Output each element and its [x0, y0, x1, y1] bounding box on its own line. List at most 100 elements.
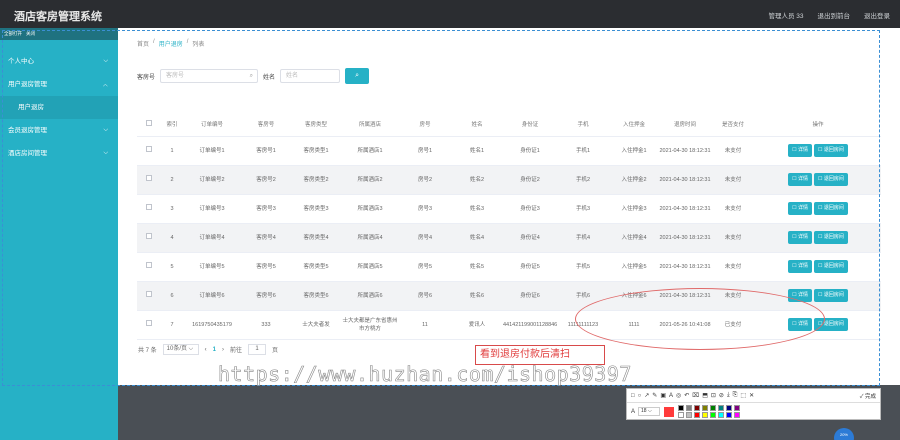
- return-room-button[interactable]: ☐ 退回房间: [814, 260, 848, 273]
- table-cell-phone: 11111111123: [557, 310, 609, 340]
- table-cell-no: 房号3: [399, 194, 451, 224]
- snip-tool-icon[interactable]: ⊘: [719, 392, 724, 399]
- back-to-front-link[interactable]: 退出到前台: [818, 10, 851, 20]
- color-swatch[interactable]: [718, 412, 725, 418]
- room-number-input[interactable]: 客房号 ⌕: [160, 69, 259, 83]
- detail-button[interactable]: ☐ 详情: [788, 260, 812, 273]
- column-header[interactable]: 客房类型: [291, 112, 341, 137]
- current-color-swatch[interactable]: [663, 405, 676, 418]
- color-swatch[interactable]: [686, 412, 693, 418]
- row-checkbox[interactable]: [137, 136, 161, 166]
- row-checkbox[interactable]: [137, 310, 161, 340]
- snip-tool-icon[interactable]: ✎: [652, 392, 657, 399]
- snip-tool-icon[interactable]: ↶: [684, 392, 689, 399]
- detail-button[interactable]: ☐ 详情: [788, 144, 812, 157]
- search-button[interactable]: ⌕: [345, 68, 370, 84]
- snip-tool-icon[interactable]: ⤓: [727, 392, 730, 399]
- row-checkbox[interactable]: [137, 281, 161, 311]
- column-header[interactable]: 身份证: [503, 112, 557, 137]
- done-button[interactable]: ✓ 完成: [860, 392, 876, 400]
- color-swatch[interactable]: [710, 405, 717, 411]
- table-cell-deposit: 入住押金2: [609, 165, 659, 195]
- row-checkbox[interactable]: [137, 223, 161, 253]
- table-cell-name: 爱讯人: [451, 310, 503, 340]
- snip-tool-icon[interactable]: ▣: [660, 392, 666, 399]
- sidebar-item-label: 用户退房: [18, 104, 44, 111]
- detail-button[interactable]: ☐ 详情: [788, 318, 812, 331]
- select-all-checkbox[interactable]: [137, 112, 161, 137]
- goto-page-input[interactable]: 1: [248, 344, 267, 355]
- logout-link[interactable]: 退出登录: [864, 10, 890, 20]
- page-size-select[interactable]: 10条/页 ⌵: [162, 344, 199, 355]
- color-swatch[interactable]: [686, 405, 693, 411]
- return-room-button[interactable]: ☐ 退回房间: [814, 202, 848, 215]
- column-header[interactable]: 手机: [557, 112, 609, 137]
- color-swatch[interactable]: [694, 412, 701, 418]
- column-header[interactable]: 退房时间: [659, 112, 711, 137]
- snip-tool-icon[interactable]: ⬒: [702, 392, 708, 399]
- color-swatch[interactable]: [734, 405, 741, 411]
- color-swatch[interactable]: [734, 412, 741, 418]
- return-room-button[interactable]: ☐ 退回房间: [814, 231, 848, 244]
- color-swatch[interactable]: [694, 405, 701, 411]
- table-cell-room: 客房号4: [241, 223, 291, 253]
- page-number-current[interactable]: 1: [213, 347, 216, 353]
- snip-tool-icon[interactable]: ⎘: [733, 392, 738, 399]
- color-swatch[interactable]: [678, 412, 685, 418]
- color-swatch[interactable]: [678, 405, 685, 411]
- return-room-button[interactable]: ☐ 退回房间: [814, 173, 848, 186]
- name-input[interactable]: 姓名: [280, 69, 341, 83]
- snip-tool-icon[interactable]: ✕: [749, 392, 754, 399]
- sidebar-item-user-checkout[interactable]: 用户退房: [0, 96, 118, 119]
- snip-tool-icon[interactable]: ↗: [644, 392, 649, 399]
- color-swatch[interactable]: [710, 412, 717, 418]
- detail-button[interactable]: ☐ 详情: [788, 173, 812, 186]
- color-swatch[interactable]: [718, 405, 725, 411]
- table-cell-phone: 手机2: [557, 165, 609, 195]
- collapse-button[interactable]: 关闭: [26, 31, 35, 37]
- column-header[interactable]: 客房号: [241, 112, 291, 137]
- breadcrumb-home[interactable]: 首页: [137, 39, 149, 48]
- column-header[interactable]: 房号: [399, 112, 451, 137]
- table-cell-name: 姓名4: [451, 223, 503, 253]
- watermark: https://www.huzhan.com/ishop39397: [218, 362, 632, 387]
- next-page-button[interactable]: ›: [222, 347, 224, 353]
- color-swatch[interactable]: [702, 412, 709, 418]
- row-checkbox[interactable]: [137, 252, 161, 282]
- color-swatch[interactable]: [702, 405, 709, 411]
- detail-button[interactable]: ☐ 详情: [788, 231, 812, 244]
- row-checkbox[interactable]: [137, 165, 161, 195]
- sidebar-item-member-checkout[interactable]: 会员退房管理 ⌵: [0, 119, 118, 142]
- detail-button[interactable]: ☐ 详情: [788, 202, 812, 215]
- breadcrumb-separator: /: [186, 39, 189, 45]
- prev-page-button[interactable]: ‹: [205, 347, 207, 353]
- column-header[interactable]: 入住押金: [609, 112, 659, 137]
- sidebar-item-profile[interactable]: 个人中心 ⌵: [0, 50, 118, 73]
- snip-tool-icon[interactable]: ⬚: [740, 392, 746, 399]
- column-header[interactable]: 是否支付: [711, 112, 755, 137]
- table-cell-idx: 3: [161, 194, 183, 224]
- return-room-button[interactable]: ☐ 退回房间: [814, 289, 848, 302]
- snip-tool-icon[interactable]: □: [631, 393, 635, 399]
- column-header[interactable]: 姓名: [451, 112, 503, 137]
- snip-tool-icon[interactable]: ◎: [676, 392, 681, 399]
- expand-all-button[interactable]: 全部打开: [4, 31, 22, 37]
- return-room-button[interactable]: ☐ 退回房间: [814, 318, 848, 331]
- snip-tool-icon[interactable]: ○: [638, 393, 642, 399]
- name-label: 姓名: [263, 74, 276, 81]
- row-checkbox[interactable]: [137, 194, 161, 224]
- detail-button[interactable]: ☐ 详情: [788, 289, 812, 302]
- color-swatch[interactable]: [726, 412, 733, 418]
- sidebar-item-room-management[interactable]: 酒店房间管理 ⌵: [0, 142, 118, 165]
- sidebar-item-checkout-management[interactable]: 用户退房管理 ⌵: [0, 73, 118, 96]
- snip-tool-icon[interactable]: A: [669, 393, 673, 399]
- font-size-select[interactable]: 18 ⌵: [638, 407, 661, 416]
- snip-tool-icon[interactable]: ⌧: [692, 392, 699, 399]
- snip-tool-icon[interactable]: ⊡: [711, 392, 716, 399]
- search-icon: ⌕: [355, 72, 359, 79]
- column-header[interactable]: 所属酒店: [341, 112, 399, 137]
- color-swatch[interactable]: [726, 405, 733, 411]
- column-header[interactable]: 订单编号: [183, 112, 241, 137]
- table-cell-idcard: 身份证1: [503, 136, 557, 166]
- return-room-button[interactable]: ☐ 退回房间: [814, 144, 848, 157]
